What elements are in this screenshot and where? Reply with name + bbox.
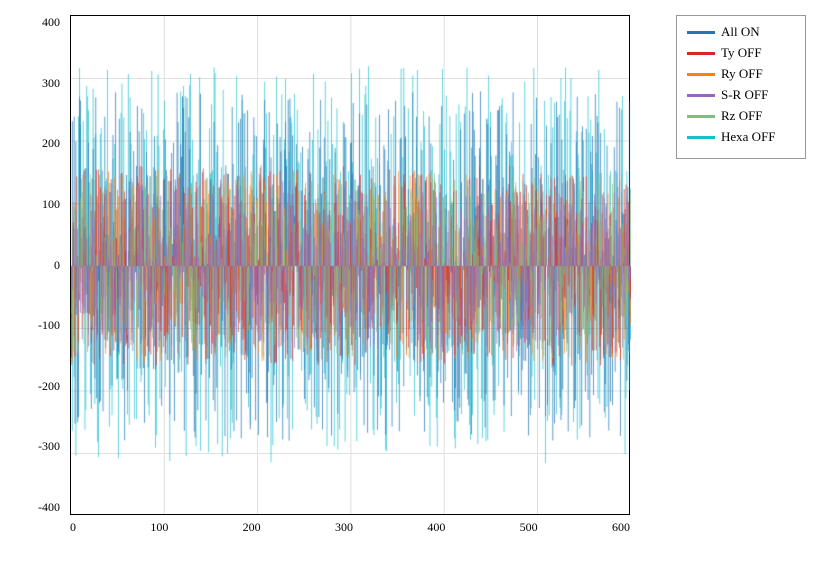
legend-item-hexa-off: Hexa OFF [687, 129, 795, 145]
legend-item-ty-off: Ty OFF [687, 45, 795, 61]
legend-item-rz-off: Rz OFF [687, 108, 795, 124]
legend-color-sr-off [687, 94, 715, 97]
chart-area [70, 15, 630, 515]
y-axis-labels: 400 300 200 100 0 -100 -200 -300 -400 [0, 15, 65, 515]
legend-color-hexa-off [687, 136, 715, 139]
legend-color-ty-off [687, 52, 715, 55]
chart-container: 400 300 200 100 0 -100 -200 -300 -400 [0, 0, 821, 584]
legend-color-ry-off [687, 73, 715, 76]
legend-label-sr-off: S-R OFF [721, 87, 768, 103]
legend-label-ty-off: Ty OFF [721, 45, 762, 61]
bar-chart-canvas [71, 16, 631, 516]
legend-color-rz-off [687, 115, 715, 118]
legend-item-all-on: All ON [687, 24, 795, 40]
legend-color-all-on [687, 31, 715, 34]
legend-item-ry-off: Ry OFF [687, 66, 795, 82]
legend-label-hexa-off: Hexa OFF [721, 129, 776, 145]
legend-label-all-on: All ON [721, 24, 760, 40]
legend-label-rz-off: Rz OFF [721, 108, 763, 124]
legend-item-sr-off: S-R OFF [687, 87, 795, 103]
legend-label-ry-off: Ry OFF [721, 66, 763, 82]
legend: All ON Ty OFF Ry OFF S-R OFF Rz OFF Hexa… [676, 15, 806, 159]
x-axis-labels: 0 100 200 300 400 500 600 [70, 520, 630, 535]
